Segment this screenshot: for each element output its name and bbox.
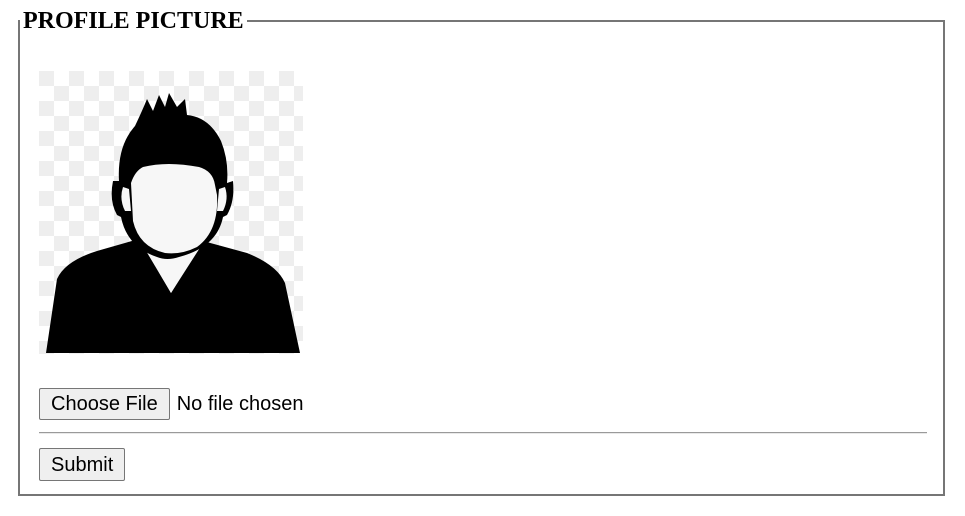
file-input[interactable]: Choose File No file chosen: [39, 388, 303, 420]
fieldset-legend: PROFILE PICTURE: [20, 7, 247, 35]
submit-button[interactable]: Submit: [39, 448, 126, 481]
default-user-avatar-icon: [39, 71, 303, 354]
choose-file-button[interactable]: Choose File: [39, 388, 170, 420]
divider: [39, 432, 927, 434]
file-status-text: No file chosen: [176, 393, 304, 415]
